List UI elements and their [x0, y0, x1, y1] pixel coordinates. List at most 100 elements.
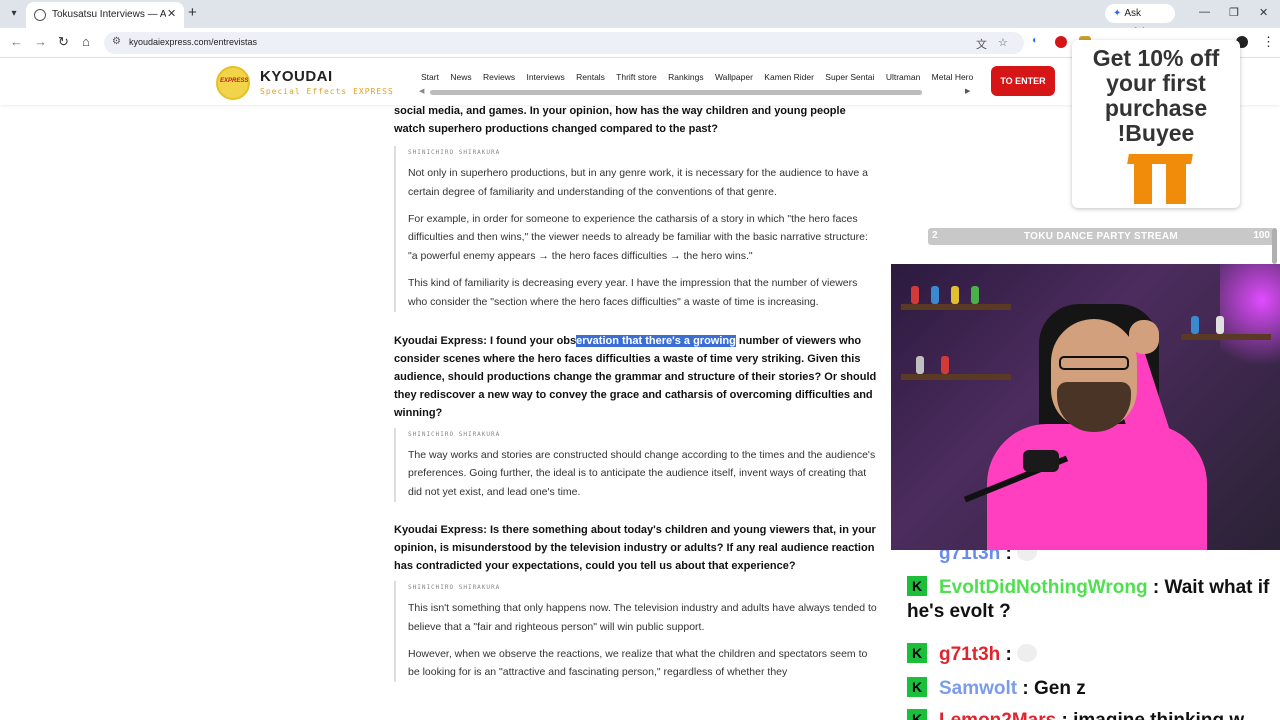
nav-item[interactable]: Wallpaper	[715, 72, 753, 82]
nav-item[interactable]: Start	[421, 72, 439, 82]
nav-item[interactable]: Thrift store	[616, 72, 657, 82]
nav-item[interactable]: Super Sentai	[825, 72, 874, 82]
box-logo-icon	[1127, 154, 1193, 164]
chat-username: g71t3h	[939, 550, 1001, 564]
stream-title-bar: 2 TOKU DANCE PARTY STREAM 100	[928, 228, 1274, 245]
interview-article: social media, and games. In your opinion…	[394, 102, 878, 690]
chat-separator: :	[1147, 577, 1165, 598]
nav-item[interactable]: Metal Hero	[932, 72, 974, 82]
stream-chat: g71t3h : K EvoltDidNothingWrong : Wait wh…	[891, 550, 1280, 720]
translate-icon[interactable]: 文	[976, 36, 987, 52]
ask-gemini-button[interactable]: ✦Ask Gemini	[1105, 4, 1175, 38]
chat-separator: :	[1017, 678, 1035, 699]
menu-icon[interactable]: ⋮	[1262, 34, 1275, 50]
answer-block: SHINICHIRO SHIRAKURA This isn't somethin…	[394, 580, 878, 683]
chat-username: Lemon2Mars	[939, 710, 1056, 720]
site-logo[interactable]: EXPRESS	[216, 66, 250, 100]
globe-icon	[34, 9, 46, 21]
chat-message: g71t3h :	[939, 550, 1038, 566]
nav-scroll-right-icon[interactable]: ▶	[965, 87, 970, 95]
shelf	[901, 374, 1011, 380]
nav-item[interactable]: News	[450, 72, 471, 82]
browser-tab[interactable]: Tokusatsu Interviews — A Hero ✕	[26, 2, 184, 28]
question: Kyoudai Express: Is there something abou…	[394, 523, 876, 572]
toy-figure	[1191, 316, 1199, 334]
toy-figure	[951, 286, 959, 304]
extension-opera-icon[interactable]	[1055, 36, 1067, 48]
site-name[interactable]: KYOUDAI	[260, 68, 333, 85]
chat-message: K Samwolt : Gen z	[907, 677, 1086, 701]
reload-icon[interactable]: ↻	[58, 34, 69, 50]
stream-bar-right-value: 100	[1253, 230, 1270, 241]
stream-title: TOKU DANCE PARTY STREAM	[1023, 231, 1179, 242]
emoji-icon	[1017, 550, 1038, 561]
answer-paragraph: For example, in order for someone to exp…	[408, 212, 868, 263]
nav-item[interactable]: Interviews	[526, 72, 564, 82]
kick-badge-icon: K	[907, 677, 927, 697]
chat-username: EvoltDidNothingWrong	[939, 577, 1148, 598]
restore-icon[interactable]: ❐	[1229, 6, 1239, 19]
address-bar[interactable]: ⚙ kyoudaiexpress.com/entrevistas 文 ☆	[104, 32, 1024, 54]
answer-paragraph: This isn't something that only happens n…	[408, 601, 877, 633]
nav-item[interactable]: Rankings	[668, 72, 703, 82]
nav-scroll-left-icon[interactable]: ◀	[419, 87, 424, 95]
site-info-icon[interactable]: ⚙	[112, 36, 124, 48]
speaker-label: SHINICHIRO SHIRAKURA	[408, 149, 501, 156]
forward-icon[interactable]: →	[34, 34, 47, 49]
site-tagline: Special Effects EXPRESS	[260, 87, 394, 96]
toy-figure	[971, 286, 979, 304]
question: Kyoudai Express: I found your observatio…	[394, 332, 878, 422]
minimize-icon[interactable]: —	[1199, 6, 1210, 18]
chat-message: K Lemon2Mars : imagine thinking w	[907, 709, 1244, 720]
speaker-label: SHINICHIRO SHIRAKURA	[408, 583, 501, 591]
nav-item[interactable]: Reviews	[483, 72, 515, 82]
toy-figure	[1216, 316, 1224, 334]
chat-separator: :	[1056, 710, 1073, 720]
close-window-icon[interactable]: ✕	[1259, 6, 1268, 19]
bookmark-star-icon[interactable]: ☆	[998, 36, 1008, 49]
question-text: number of viewers who consider scenes wh…	[394, 334, 877, 419]
chat-text: imagine thinking w	[1073, 710, 1244, 720]
nav-item[interactable]: Kamen Rider	[764, 72, 814, 82]
back-icon[interactable]: ←	[10, 34, 23, 49]
new-tab-button[interactable]: +	[188, 5, 197, 21]
chat-separator: :	[1000, 550, 1018, 564]
question-text: Kyoudai Express: I found your obs	[394, 334, 577, 347]
tab-search-icon[interactable]: ▾	[6, 6, 22, 22]
chat-text: Gen z	[1034, 678, 1086, 699]
microphone	[1023, 450, 1059, 472]
kick-badge-icon: K	[907, 643, 927, 663]
chat-username: Samwolt	[939, 678, 1018, 699]
streamer-glasses	[1059, 356, 1129, 370]
close-tab-icon[interactable]: ✕	[167, 7, 176, 20]
toy-figure	[916, 356, 924, 374]
answer-block: SHINICHIRO SHIRAKURA Not only in superhe…	[394, 146, 878, 312]
emoji-icon	[1017, 644, 1038, 662]
tab-title: Tokusatsu Interviews — A Hero	[52, 9, 166, 20]
main-nav: Start News Reviews Interviews Rentals Th…	[421, 72, 977, 82]
url-text: kyoudaiexpress.com/entrevistas	[129, 37, 258, 47]
chat-username: g71t3h	[939, 644, 1001, 665]
box-logo-gap	[1152, 164, 1166, 204]
extension-audio-icon[interactable]: ◖	[1031, 35, 1043, 47]
nav-item[interactable]: Ultraman	[886, 72, 920, 82]
webcam-feed	[891, 264, 1280, 550]
chat-message: K EvoltDidNothingWrong : Wait what if he'…	[907, 576, 1280, 624]
nav-scrollbar[interactable]	[430, 90, 922, 95]
toy-figure	[941, 356, 949, 374]
home-icon[interactable]: ⌂	[82, 34, 90, 49]
selected-text: ervation that there's a growing	[576, 334, 736, 347]
speaker-label: SHINICHIRO SHIRAKURA	[408, 430, 501, 438]
answer-paragraph: However, when we observe the reactions, …	[408, 647, 868, 679]
chat-message: Kg71t3h :	[907, 643, 1038, 667]
enter-button[interactable]: TO ENTER	[991, 66, 1055, 96]
buyee-ad[interactable]: Get 10% off your first purchase !Buyee	[1072, 40, 1240, 208]
nav-item[interactable]: Rentals	[576, 72, 605, 82]
logo-badge-text: EXPRESS	[220, 78, 249, 84]
answer-paragraph: This kind of familiarity is decreasing e…	[408, 276, 858, 308]
streamer-shirt	[987, 424, 1207, 550]
page-scrollbar[interactable]	[1272, 228, 1277, 264]
gemini-icon: ✦	[1113, 8, 1122, 19]
shelf	[1181, 334, 1271, 340]
shelf	[901, 304, 1011, 310]
